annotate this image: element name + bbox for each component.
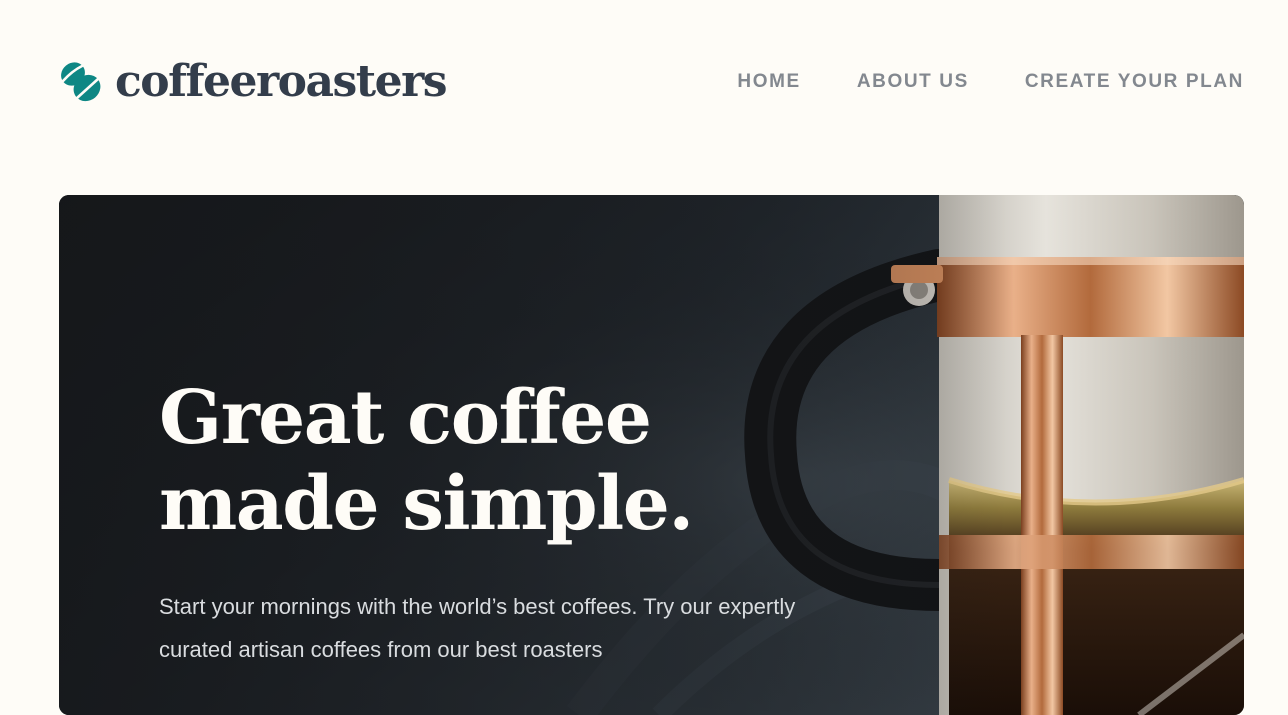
- hero-description: Start your mornings with the world’s bes…: [159, 594, 796, 662]
- hero-section: Great coffee made simple. Start your mor…: [59, 195, 1244, 715]
- coffee-beans-icon: [61, 62, 101, 102]
- hero-title-line-2: made simple.: [159, 461, 694, 547]
- nav-home[interactable]: HOME: [737, 70, 800, 94]
- nav-create-your-plan[interactable]: CREATE YOUR PLAN: [1025, 70, 1244, 94]
- hero-title: Great coffee made simple.: [159, 375, 839, 547]
- hero-title-line-1: Great coffee: [159, 375, 652, 461]
- site-header: coffeeroasters HOME ABOUT US CREATE YOUR…: [0, 0, 1288, 166]
- nav-about-us[interactable]: ABOUT US: [857, 70, 969, 94]
- main-nav: HOME ABOUT US CREATE YOUR PLAN: [737, 70, 1244, 94]
- site-logo[interactable]: coffeeroasters: [60, 56, 448, 108]
- logo-text: coffeeroasters: [115, 56, 448, 107]
